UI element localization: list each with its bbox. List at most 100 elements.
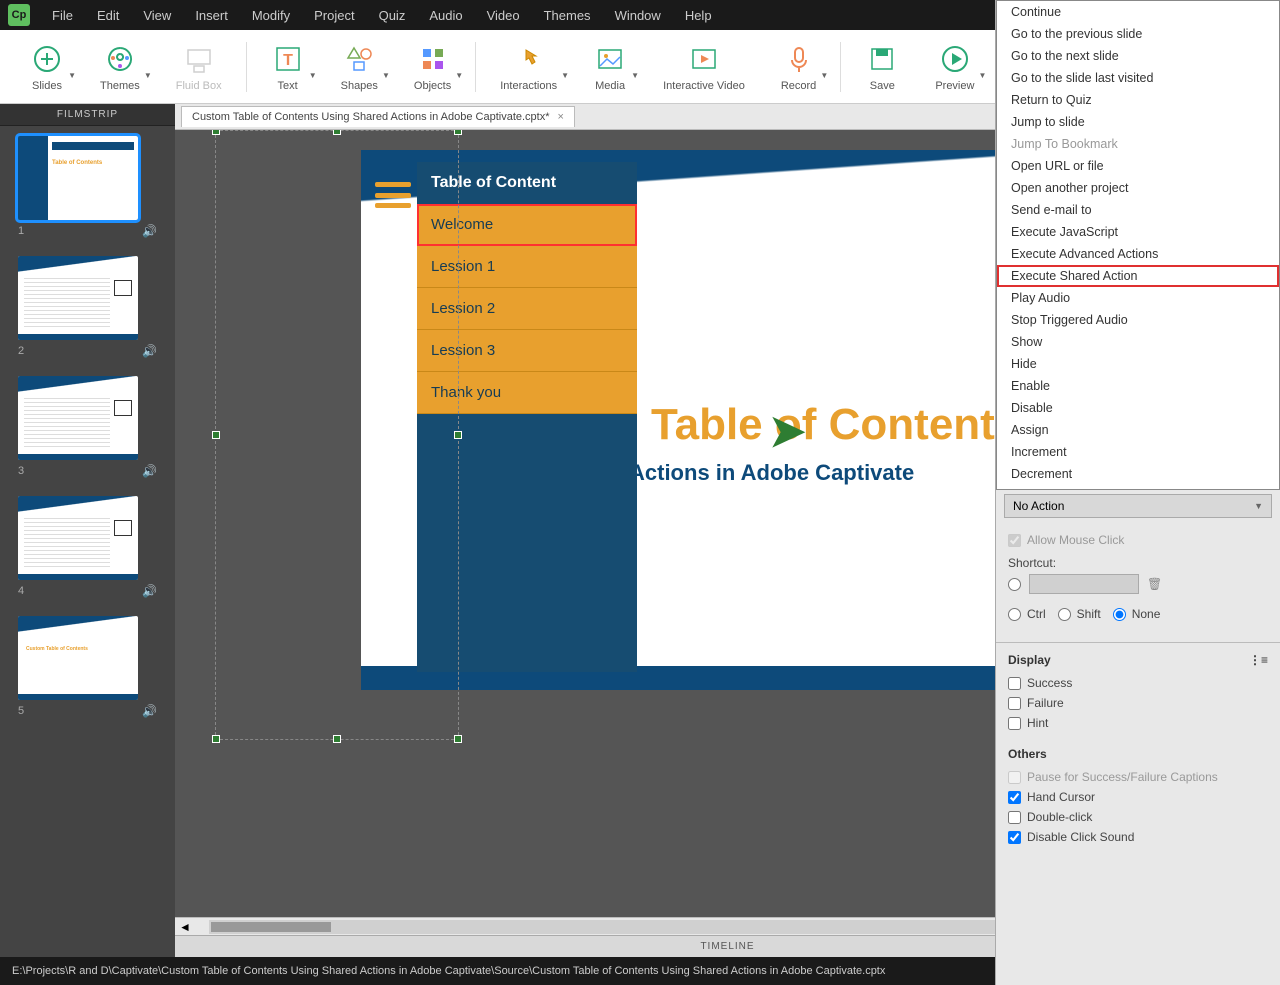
media-label: Media bbox=[595, 80, 625, 92]
section-menu-icon[interactable]: ⋮≡ bbox=[1249, 653, 1268, 667]
action-item[interactable]: Go to the slide last visited bbox=[997, 67, 1279, 89]
shapes-button[interactable]: ▼ Shapes bbox=[323, 36, 396, 98]
toc-item-4[interactable]: Thank you bbox=[417, 372, 637, 414]
toc-item-1[interactable]: Lession 1 bbox=[417, 246, 637, 288]
action-item[interactable]: Decrement bbox=[997, 463, 1279, 485]
action-combo[interactable]: No Action ▼ bbox=[1004, 494, 1272, 518]
menu-edit[interactable]: Edit bbox=[87, 4, 129, 27]
slide-thumb-3[interactable] bbox=[18, 376, 138, 460]
hand-cursor-checkbox[interactable] bbox=[1008, 791, 1021, 804]
filmstrip-panel: FILMSTRIP Table of Contents1🔊2🔊3🔊4🔊Custo… bbox=[0, 104, 175, 957]
action-item[interactable]: Stop Triggered Audio bbox=[997, 309, 1279, 331]
action-item[interactable]: Disable bbox=[997, 397, 1279, 419]
menu-audio[interactable]: Audio bbox=[419, 4, 472, 27]
shift-label: Shift bbox=[1077, 607, 1101, 621]
audio-icon[interactable]: 🔊 bbox=[142, 584, 157, 598]
preview-button[interactable]: ▼ Preview bbox=[917, 36, 992, 98]
toc-item-3[interactable]: Lession 3 bbox=[417, 330, 637, 372]
thumb-number: 5 bbox=[18, 705, 24, 717]
thumb-number: 1 bbox=[18, 225, 24, 237]
interactive-video-button[interactable]: Interactive Video bbox=[645, 36, 763, 98]
menu-video[interactable]: Video bbox=[477, 4, 530, 27]
action-item[interactable]: Return to Quiz bbox=[997, 89, 1279, 111]
slide-thumb-2[interactable] bbox=[18, 256, 138, 340]
menu-modify[interactable]: Modify bbox=[242, 4, 300, 27]
action-item[interactable]: Execute Advanced Actions bbox=[997, 243, 1279, 265]
ctrl-radio[interactable] bbox=[1008, 608, 1021, 621]
success-checkbox[interactable] bbox=[1008, 677, 1021, 690]
action-item[interactable]: Show bbox=[997, 331, 1279, 353]
action-item[interactable]: Continue bbox=[997, 1, 1279, 23]
menu-quiz[interactable]: Quiz bbox=[369, 4, 416, 27]
toc-header: Table of Content bbox=[417, 162, 637, 204]
audio-icon[interactable]: 🔊 bbox=[142, 464, 157, 478]
thumb-list: Table of Contents1🔊2🔊3🔊4🔊Custom Table of… bbox=[0, 126, 175, 957]
failure-checkbox[interactable] bbox=[1008, 697, 1021, 710]
combo-caret-icon[interactable]: ▼ bbox=[1254, 501, 1263, 511]
action-item[interactable]: Enable bbox=[997, 375, 1279, 397]
audio-icon[interactable]: 🔊 bbox=[142, 224, 157, 238]
app-logo: Cp bbox=[8, 4, 30, 26]
hamburger-icon[interactable] bbox=[375, 182, 411, 208]
action-dropdown-list[interactable]: ContinueGo to the previous slideGo to th… bbox=[996, 0, 1280, 490]
action-item[interactable]: Assign bbox=[997, 419, 1279, 441]
action-item[interactable]: Go to the previous slide bbox=[997, 23, 1279, 45]
pause-captions-label: Pause for Success/Failure Captions bbox=[1027, 770, 1218, 784]
action-item[interactable]: Pause bbox=[997, 485, 1279, 490]
media-button[interactable]: ▼ Media bbox=[575, 36, 645, 98]
save-button[interactable]: Save bbox=[847, 36, 917, 98]
action-item[interactable]: Open another project bbox=[997, 177, 1279, 199]
menu-file[interactable]: File bbox=[42, 4, 83, 27]
shortcut-field[interactable] bbox=[1029, 574, 1139, 594]
shortcut-radio[interactable] bbox=[1008, 578, 1021, 591]
toc-panel[interactable]: Table of Content WelcomeLession 1Lession… bbox=[417, 162, 637, 672]
menu-themes[interactable]: Themes bbox=[534, 4, 601, 27]
action-item[interactable]: Execute Shared Action bbox=[997, 265, 1279, 287]
thumb-number: 4 bbox=[18, 585, 24, 597]
action-item[interactable]: Jump to slide bbox=[997, 111, 1279, 133]
interactions-button[interactable]: ▼ Interactions bbox=[482, 36, 575, 98]
action-item[interactable]: Send e-mail to bbox=[997, 199, 1279, 221]
menu-insert[interactable]: Insert bbox=[185, 4, 238, 27]
action-item[interactable]: Play Audio bbox=[997, 287, 1279, 309]
toc-item-2[interactable]: Lession 2 bbox=[417, 288, 637, 330]
double-click-checkbox[interactable] bbox=[1008, 811, 1021, 824]
hint-checkbox[interactable] bbox=[1008, 717, 1021, 730]
record-button[interactable]: ▼ Record bbox=[763, 36, 834, 98]
slide-thumb-4[interactable] bbox=[18, 496, 138, 580]
hand-cursor-label: Hand Cursor bbox=[1027, 790, 1095, 804]
slide-thumb-5[interactable]: Custom Table of Contents bbox=[18, 616, 138, 700]
text-button[interactable]: T ▼ Text bbox=[253, 36, 323, 98]
slide-thumb-1[interactable]: Table of Contents bbox=[18, 136, 138, 220]
failure-label: Failure bbox=[1027, 696, 1064, 710]
toc-item-0[interactable]: Welcome bbox=[417, 204, 637, 246]
preview-label: Preview bbox=[935, 80, 974, 92]
none-radio[interactable] bbox=[1113, 608, 1126, 621]
pause-captions-checkbox bbox=[1008, 771, 1021, 784]
audio-icon[interactable]: 🔊 bbox=[142, 344, 157, 358]
themes-button[interactable]: ▼ Themes bbox=[82, 36, 158, 98]
slides-button[interactable]: ▼ Slides bbox=[12, 36, 82, 98]
filmstrip-header: FILMSTRIP bbox=[0, 104, 175, 126]
trash-icon[interactable]: 🗑 bbox=[1147, 577, 1162, 591]
combo-value: No Action bbox=[1013, 499, 1064, 513]
action-item[interactable]: Open URL or file bbox=[997, 155, 1279, 177]
slide-stage[interactable]: S Table ➤of Contents Actions in Adobe Ca… bbox=[361, 150, 1101, 690]
menu-project[interactable]: Project bbox=[304, 4, 364, 27]
menu-window[interactable]: Window bbox=[605, 4, 671, 27]
tab-close-icon[interactable]: × bbox=[558, 111, 564, 123]
action-item[interactable]: Go to the next slide bbox=[997, 45, 1279, 67]
objects-button[interactable]: ▼ Objects bbox=[396, 36, 469, 98]
shapes-label: Shapes bbox=[341, 80, 378, 92]
menu-view[interactable]: View bbox=[133, 4, 181, 27]
document-tab[interactable]: Custom Table of Contents Using Shared Ac… bbox=[181, 106, 575, 127]
action-item[interactable]: Execute JavaScript bbox=[997, 221, 1279, 243]
ivideo-label: Interactive Video bbox=[663, 80, 745, 92]
action-item[interactable]: Increment bbox=[997, 441, 1279, 463]
shift-radio[interactable] bbox=[1058, 608, 1071, 621]
menu-help[interactable]: Help bbox=[675, 4, 722, 27]
disable-sound-checkbox[interactable] bbox=[1008, 831, 1021, 844]
action-item[interactable]: Hide bbox=[997, 353, 1279, 375]
thumb-number: 3 bbox=[18, 465, 24, 477]
audio-icon[interactable]: 🔊 bbox=[142, 704, 157, 718]
